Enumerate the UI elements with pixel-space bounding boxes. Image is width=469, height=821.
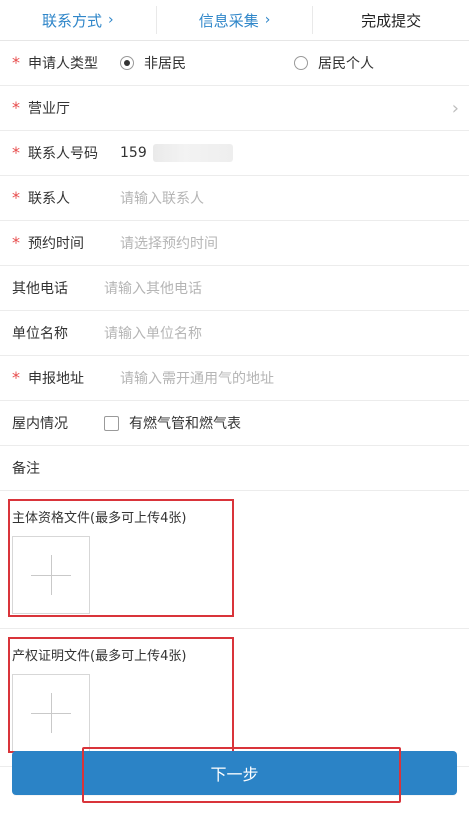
other-phone-input[interactable]: 请输入其他电话 <box>104 278 457 298</box>
label-contact-phone: 联系人号码 <box>28 146 98 162</box>
applicant-type-options: 非居民 居民个人 <box>120 53 457 73</box>
radio-option-resident[interactable]: 居民个人 <box>294 53 374 73</box>
upload-title-property: 产权证明文件(最多可上传4张) <box>12 649 187 664</box>
row-applicant-type: * 申请人类型 非居民 居民个人 <box>0 41 469 86</box>
label-indoor-status: 屋内情况 <box>12 416 68 432</box>
placeholder-appointment-time: 请选择预约时间 <box>120 236 218 252</box>
company-name-input[interactable]: 请输入单位名称 <box>104 323 457 343</box>
label-address: 申报地址 <box>28 371 84 387</box>
placeholder-address: 请输入需开通用气的地址 <box>120 371 274 387</box>
label-company-name: 单位名称 <box>12 326 68 342</box>
radio-label-resident: 居民个人 <box>318 56 374 72</box>
label-other-phone: 其他电话 <box>12 281 68 297</box>
appointment-time-input[interactable]: 请选择预约时间 <box>120 233 457 253</box>
row-remarks: 备注 <box>0 446 469 491</box>
next-step-button[interactable]: 下一步 <box>12 747 457 803</box>
chevron-right-icon: › <box>451 97 459 119</box>
required-asterisk: * <box>12 233 20 252</box>
indoor-status-checkbox[interactable]: 有燃气管和燃气表 <box>104 413 457 433</box>
placeholder-other-phone: 请输入其他电话 <box>104 281 202 297</box>
masked-phone-digits <box>152 144 233 162</box>
checkbox-unchecked-icon[interactable] <box>104 415 119 431</box>
placeholder-company-name: 请输入单位名称 <box>104 326 202 342</box>
step-submit[interactable]: 完成提交 <box>313 0 469 40</box>
radio-label-nonresident: 非居民 <box>144 56 186 72</box>
radio-option-nonresident[interactable]: 非居民 <box>120 53 186 73</box>
chevron-right-icon: › <box>108 12 114 28</box>
label-applicant-type: 申请人类型 <box>28 56 98 72</box>
required-asterisk: * <box>12 53 20 72</box>
label-remarks: 备注 <box>12 461 40 477</box>
radio-checked-icon <box>120 56 134 70</box>
step-info-label: 信息采集 <box>198 11 259 30</box>
address-input[interactable]: 请输入需开通用气的地址 <box>120 368 457 388</box>
required-asterisk: * <box>12 143 20 162</box>
row-contact-name: * 联系人 请输入联系人 <box>0 176 469 221</box>
required-asterisk: * <box>12 188 20 207</box>
label-service-hall: 营业厅 <box>28 101 70 117</box>
step-info[interactable]: 信息采集 › <box>157 0 313 40</box>
bottom-action-area: 下一步 <box>12 747 457 803</box>
placeholder-contact-name: 请输入联系人 <box>120 191 204 207</box>
chevron-right-icon: › <box>264 12 271 28</box>
plus-icon <box>51 555 52 595</box>
contact-phone-value: 159 <box>120 144 457 162</box>
upload-title-identity: 主体资格文件(最多可上传4张) <box>12 511 187 526</box>
upload-box-property[interactable] <box>12 674 90 752</box>
upload-box-identity[interactable] <box>12 536 90 614</box>
upload-section-property: 产权证明文件(最多可上传4张) <box>0 629 469 767</box>
required-asterisk: * <box>12 368 20 387</box>
required-asterisk: * <box>12 98 20 117</box>
next-step-label: 下一步 <box>210 765 259 784</box>
checkbox-label: 有燃气管和燃气表 <box>129 416 241 432</box>
step-submit-label: 完成提交 <box>361 11 422 30</box>
row-other-phone: 其他电话 请输入其他电话 <box>0 266 469 311</box>
row-address: * 申报地址 请输入需开通用气的地址 <box>0 356 469 401</box>
upload-section-identity: 主体资格文件(最多可上传4张) <box>0 491 469 629</box>
row-indoor-status: 屋内情况 有燃气管和燃气表 <box>0 401 469 446</box>
label-appointment-time: 预约时间 <box>28 236 84 252</box>
row-contact-phone: * 联系人号码 159 <box>0 131 469 176</box>
steps-header: 联系方式 › 信息采集 › 完成提交 <box>0 0 469 41</box>
radio-unchecked-icon <box>294 56 308 70</box>
row-service-hall[interactable]: * 营业厅 › <box>0 86 469 131</box>
plus-icon <box>51 693 52 733</box>
contact-name-input[interactable]: 请输入联系人 <box>120 188 457 208</box>
step-contact-label: 联系方式 <box>42 11 103 30</box>
phone-prefix: 159 <box>120 145 147 161</box>
step-contact[interactable]: 联系方式 › <box>0 0 156 40</box>
label-contact-name: 联系人 <box>28 191 70 207</box>
row-company-name: 单位名称 请输入单位名称 <box>0 311 469 356</box>
row-appointment-time: * 预约时间 请选择预约时间 <box>0 221 469 266</box>
